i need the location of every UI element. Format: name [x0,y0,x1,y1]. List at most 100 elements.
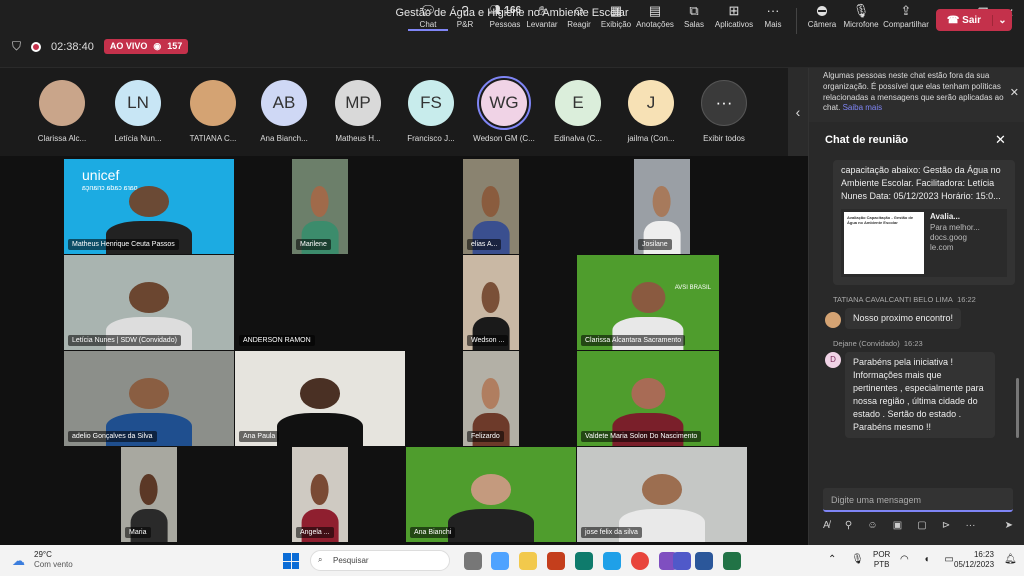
raise-hand-button[interactable]: ✋︎ Levantar [522,2,562,29]
participant-name: Edinalva (C... [553,134,603,143]
avatar [190,80,236,126]
task-view-icon[interactable] [464,552,482,570]
chat-message: capacitação abaixo: Gestão da Água no Am… [833,160,1015,286]
react-button[interactable]: ☺ Reagir [559,2,599,29]
apps-button[interactable]: ⊞ Aplicativos [714,2,754,29]
network-icon[interactable]: ◠ ◖ ▭ [900,554,960,565]
video-tile[interactable]: Valdete Maria Solon Do Nascimento [577,351,719,446]
notes-button[interactable]: ▤ Anotações [635,2,675,29]
word-icon[interactable] [695,552,713,570]
excel-icon[interactable] [723,552,741,570]
learn-more-link[interactable]: Saiba mais [843,103,883,112]
widgets-icon[interactable] [491,552,509,570]
sticker-icon[interactable]: ▢ [917,520,926,531]
video-tile[interactable]: AVSI BRASIL Clarissa Alcantara Sacrament… [577,255,719,350]
gif-icon[interactable]: ▣ [893,520,902,531]
start-icon[interactable] [283,553,299,569]
scrollbar[interactable] [1016,378,1019,438]
chat-message: Nosso proximo encontro! [845,308,962,330]
search-box[interactable]: ⌕ Pesquisar [310,550,450,571]
video-tile[interactable]: Letícia Nunes | SDW (Convidado) [64,255,234,350]
tray-icons[interactable]: ⌃ 🎙︎ [828,554,870,565]
more-options-icon[interactable]: ··· [965,520,975,531]
leave-button[interactable]: ☎ Sair ⌄ [936,9,1012,31]
people-label: Pessoas [489,20,521,29]
notification-icon[interactable]: 🔔︎ [1004,554,1017,565]
close-notice-icon[interactable]: ✕ [1010,86,1019,101]
chevron-left-icon[interactable]: ‹ [788,68,808,156]
people-button[interactable]: 👥︎ 166 Pessoas [484,2,526,29]
app-icon[interactable] [575,552,593,570]
participant-avatar[interactable]: E Edinalva (C... [542,80,614,143]
participant-avatar[interactable]: WG Wedson GM (C... [468,76,540,143]
more-label: Mais [764,20,782,29]
message-input[interactable]: Digite uma mensagem [823,488,1013,512]
teams-icon[interactable] [673,552,691,570]
thumb-title: Avaliação Capacitação - Gestão de Água n… [847,215,914,226]
camera-off-icon: ⛔︎ [816,3,828,18]
video-tile[interactable]: Maria [121,447,177,542]
attach-icon[interactable]: ⚲ [845,520,852,531]
more-button[interactable]: ··· Mais [753,2,793,29]
video-tile[interactable]: Angela ... [292,447,348,542]
participant-name: Clarissa Alcantara Sacramento [581,335,686,346]
rooms-icon: ⧉ [689,3,699,18]
video-tile[interactable]: ANDERSON RAMON [235,255,405,350]
view-button[interactable]: ▦ Exibição [596,2,636,29]
show-all-button[interactable]: ··· Exibir todos [688,80,760,143]
participant-avatar[interactable]: Clarissa Alc... [26,80,98,143]
share-button[interactable]: ⇪ Compartilhar [882,2,930,29]
participant-avatar[interactable]: Jjailma (Con... [615,80,687,143]
close-chat-icon[interactable]: ✕ [995,132,1006,148]
participant-avatar[interactable]: LN Letícia Nun... [102,80,174,143]
leave-label: Sair [962,14,982,26]
edge-icon[interactable] [603,552,621,570]
chat-message: Parabéns pela iniciativa ! Informações m… [845,352,995,439]
file-explorer-icon[interactable] [519,552,537,570]
participant-avatar[interactable]: MP Matheus H... [322,80,394,143]
chevron-down-icon[interactable]: ⌄ [992,14,1012,26]
link-preview[interactable]: Avaliação Capacitação - Gestão de Água n… [841,209,1007,278]
chrome-icon[interactable] [631,552,649,570]
participant-name: Maria [125,527,151,538]
rooms-button[interactable]: ⧉ Salas [674,2,714,29]
participant-name: TATIANA C... [189,134,237,143]
clock-time: 16:23 [973,550,994,559]
video-tile[interactable]: Felizardo [463,351,519,446]
video-tile[interactable]: Ana Bianchi [406,447,576,542]
format-icon[interactable]: A̸ [823,520,830,531]
participant-avatar[interactable]: TATIANA C... [177,80,249,143]
avatar: J [628,80,674,126]
powerpoint-icon[interactable] [547,552,565,570]
loop-icon[interactable]: ⊳ [942,520,950,531]
participant-name: Angela ... [296,527,334,538]
participant-avatar[interactable]: FS Francisco J... [395,80,467,143]
qa-button[interactable]: ? P&R [445,2,485,29]
video-tile[interactable]: Josilane [634,159,690,254]
mic-button[interactable]: 🎙︎ Microfone [841,2,881,29]
shield-icon: ⛉ [12,39,22,53]
video-tile[interactable]: Ana Paula [235,351,405,446]
people-count: 166 [504,5,522,16]
taskbar: ☁ 29°C Com vento ⌕ Pesquisar ⌃ 🎙︎ POR PTB… [0,545,1024,576]
video-tile[interactable]: jose felix da silva [577,447,747,542]
message-meta: Dejane (Convidado) 16:23 [833,339,1015,348]
video-tile[interactable]: unicef para cada criança Matheus Henriqu… [64,159,234,254]
avatar: LN [115,80,161,126]
video-tile[interactable]: elias A... [463,159,519,254]
video-tile[interactable]: Marilene [292,159,348,254]
search-icon: ⌕ [318,555,323,564]
chat-button[interactable]: 💬︎ Chat [408,2,448,31]
participant-name: Felizardo [467,431,504,442]
temperature: 29°C [34,550,52,559]
participant-avatar[interactable]: AB Ana Bianch... [248,80,320,143]
video-tile[interactable]: Wedson ... [463,255,519,350]
participant-name: jose felix da silva [581,527,642,538]
message-time: 16:23 [903,339,923,349]
video-tile[interactable]: adelio Gonçalves da Silva [64,351,234,446]
camera-label: Câmera [807,20,837,29]
emoji-icon[interactable]: ☺ [867,520,877,531]
send-icon[interactable]: ➤ [1005,520,1013,531]
camera-button[interactable]: ⛔︎ Câmera [802,2,842,29]
avatar: AB [261,80,307,126]
